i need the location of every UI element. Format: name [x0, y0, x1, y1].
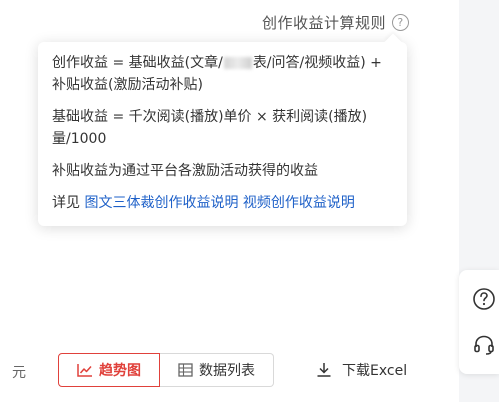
tab-list-label: 数据列表 — [199, 363, 255, 379]
unit-label: 元 — [12, 365, 26, 381]
download-excel-label: 下载Excel — [342, 363, 408, 379]
download-excel-button[interactable]: 下载Excel — [316, 360, 407, 380]
tab-trend-label: 趋势图 — [99, 363, 141, 379]
formula-creation-earnings: 创作收益 = 基础收益(文章/表/问答/视频收益) + 补贴收益(激励活动补贴) — [52, 52, 393, 96]
subsidy-description: 补贴收益为通过平台各激励活动获得的收益 — [52, 163, 318, 179]
article-earnings-link[interactable]: 图文三体裁创作收益说明 — [84, 195, 238, 211]
formula2-line2: 量/1000 — [52, 131, 107, 147]
view-tabs: 趋势图 数据列表 — [58, 353, 274, 387]
earnings-rules-link[interactable]: 创作收益计算规则 ? — [262, 12, 409, 33]
tab-data-list[interactable]: 数据列表 — [160, 353, 274, 387]
main-panel: 创作收益计算规则 ? 创作收益 = 基础收益(文章/表/问答/视频收益) + 补… — [0, 0, 459, 402]
see-prefix: 详见 — [52, 195, 80, 211]
help-icon[interactable]: ? — [392, 14, 409, 31]
formula1-part2: 表/问答/视频收益) + — [252, 55, 382, 71]
earnings-rules-label: 创作收益计算规则 — [261, 14, 386, 32]
trend-chart-icon — [77, 364, 92, 377]
question-circle-icon[interactable] — [471, 286, 497, 312]
headset-icon[interactable] — [471, 332, 497, 358]
redacted-blur — [223, 57, 252, 69]
formula-base-earnings: 基础收益 = 千次阅读(播放)单价 × 获利阅读(播放) 量/1000 — [52, 106, 393, 150]
formula1-part1: 创作收益 = 基础收益(文章/ — [52, 55, 223, 71]
formula1-line2: 补贴收益(激励活动补贴) — [52, 77, 203, 93]
tab-trend-chart[interactable]: 趋势图 — [58, 353, 160, 387]
floating-help-panel — [459, 270, 499, 374]
rules-popover: 创作收益 = 基础收益(文章/表/问答/视频收益) + 补贴收益(激励活动补贴)… — [38, 42, 407, 226]
download-icon — [317, 363, 331, 377]
see-details-line: 详见 图文三体裁创作收益说明 视频创作收益说明 — [52, 192, 393, 214]
video-earnings-link[interactable]: 视频创作收益说明 — [243, 195, 355, 211]
table-icon — [178, 363, 193, 377]
formula2-line1: 基础收益 = 千次阅读(播放)单价 × 获利阅读(播放) — [52, 109, 368, 125]
